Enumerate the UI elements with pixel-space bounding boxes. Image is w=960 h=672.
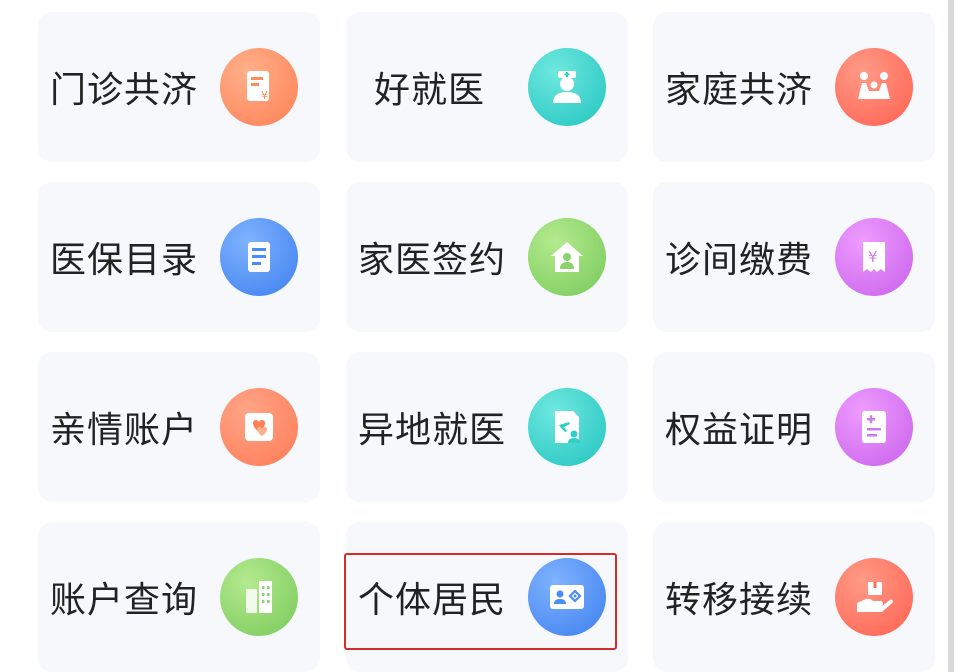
tile-label: 亲情账户 xyxy=(50,410,199,451)
tile-zhenjian-jiaofei[interactable]: 诊间缴费 ¥ xyxy=(653,182,935,332)
tile-yibao-mulu[interactable]: 医保目录 xyxy=(38,182,320,332)
tile-haojiuyi[interactable]: 好就医 xyxy=(346,12,628,162)
tile-geti-jumin[interactable]: 个体居民 xyxy=(346,522,628,672)
tile-label: 门诊共济 xyxy=(50,70,199,111)
doctor-icon xyxy=(528,48,606,126)
bill-icon: ¥ xyxy=(220,48,298,126)
scrollbar[interactable] xyxy=(948,0,954,672)
svg-text:¥: ¥ xyxy=(261,89,268,102)
family-icon xyxy=(835,48,913,126)
tile-zhanghu-chaxun[interactable]: 账户查询 xyxy=(38,522,320,672)
tile-quanyi-zhengming[interactable]: 权益证明 xyxy=(653,352,935,502)
buildings-icon xyxy=(220,558,298,636)
tile-label: 账户查询 xyxy=(50,580,199,621)
id-card-icon xyxy=(528,558,606,636)
tile-yidi-jiuyi[interactable]: 异地就医 xyxy=(346,352,628,502)
service-grid: 门诊共济 ¥ 好就医 家庭共济 医保目录 家医签约 诊间缴费 ¥ 亲情账户 异地… xyxy=(0,0,960,672)
tile-jiayi-qianyue[interactable]: 家医签约 xyxy=(346,182,628,332)
hearts-icon xyxy=(220,388,298,466)
tile-qinqing-zhanghu[interactable]: 亲情账户 xyxy=(38,352,320,502)
document-list-icon xyxy=(220,218,298,296)
airplane-person-icon xyxy=(528,388,606,466)
tile-label: 转移接续 xyxy=(665,580,814,621)
house-icon xyxy=(528,218,606,296)
tile-menzhen-gongji[interactable]: 门诊共济 ¥ xyxy=(38,12,320,162)
tile-label: 诊间缴费 xyxy=(665,240,814,281)
tile-label: 好就医 xyxy=(374,70,486,111)
tile-label: 权益证明 xyxy=(665,410,814,451)
tile-label: 医保目录 xyxy=(50,240,199,281)
tile-zhuanyi-jiexu[interactable]: 转移接续 xyxy=(653,522,935,672)
hand-box-icon xyxy=(835,558,913,636)
tile-label: 异地就医 xyxy=(358,410,507,451)
tile-label: 个体居民 xyxy=(358,580,507,621)
svg-text:¥: ¥ xyxy=(868,248,878,266)
yuan-receipt-icon: ¥ xyxy=(835,218,913,296)
certificate-icon xyxy=(835,388,913,466)
tile-label: 家庭共济 xyxy=(665,70,814,111)
tile-label: 家医签约 xyxy=(358,240,507,281)
tile-jiating-gongji[interactable]: 家庭共济 xyxy=(653,12,935,162)
